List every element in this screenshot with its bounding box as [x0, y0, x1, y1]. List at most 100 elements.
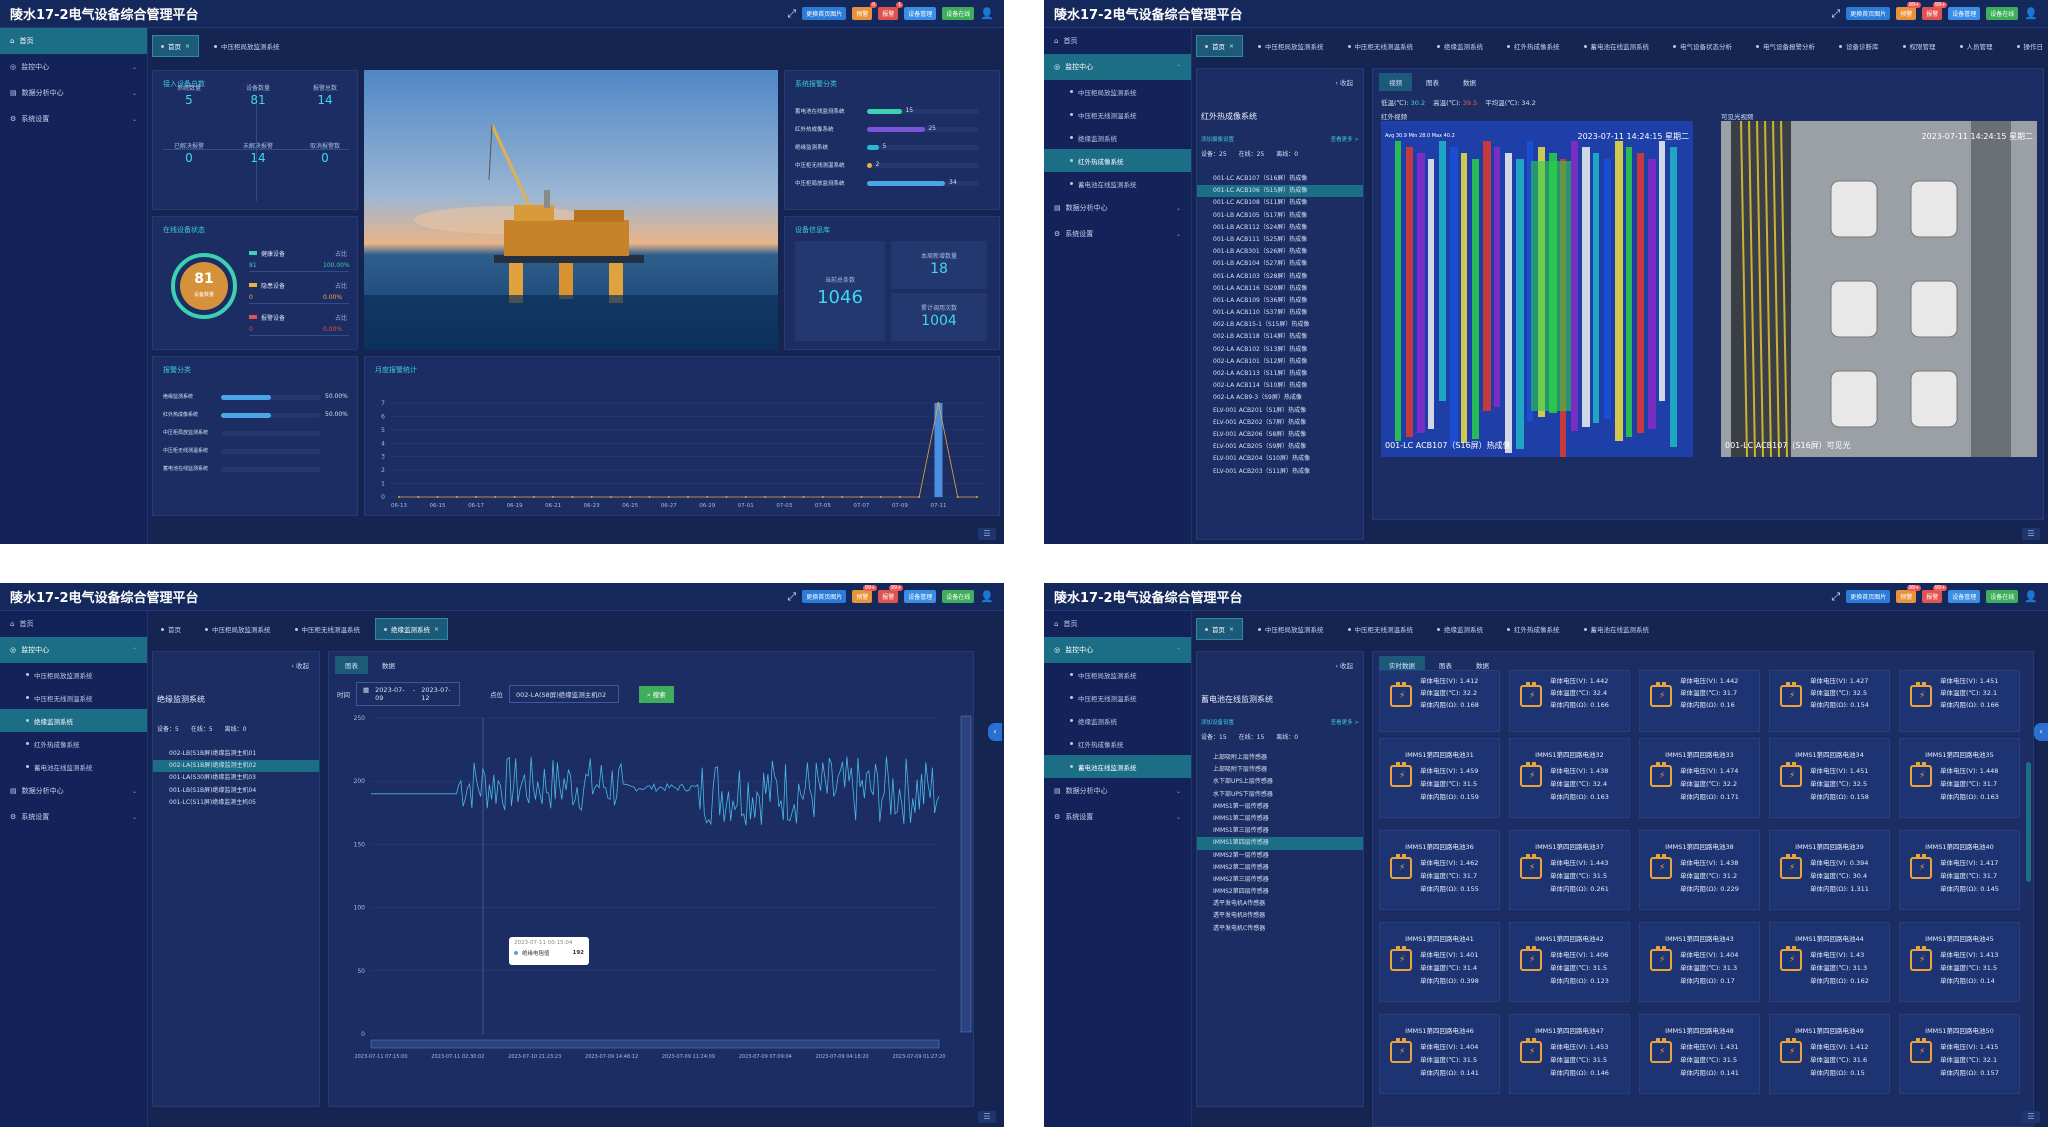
- equipment-manage-button[interactable]: 设备管理: [904, 590, 937, 603]
- subnav-pd[interactable]: 中压柜局放监测系统: [1044, 80, 1191, 103]
- tab-item[interactable]: 红外热成像系统: [1498, 618, 1569, 640]
- subnav-temp[interactable]: 中压柜无线测温系统: [1044, 103, 1191, 126]
- device-list-item[interactable]: 001-LB ACB104（S27屏）热成像: [1197, 258, 1363, 270]
- device-list-item[interactable]: ELV-001 ACB205（S9屏）热成像: [1197, 441, 1363, 453]
- visible-video[interactable]: 2023-07-11 14:24:15 星期二 001-LC ACB107（S1…: [1721, 121, 2037, 457]
- device-list-item[interactable]: ELV-001 ACB203（S11屏）热成像: [1197, 466, 1363, 478]
- warning-button[interactable]: 预警 99+: [852, 585, 878, 603]
- battery-cell[interactable]: IMMS1第四回路电池49 ⚡ 单体电压(V): 1.412 单体温度(℃): 31.…: [1769, 1014, 1890, 1094]
- side-drawer-toggle[interactable]: ‹: [2034, 723, 2048, 741]
- add-setting-link[interactable]: 添加摄像设置: [1201, 135, 1234, 143]
- equipment-manage-button[interactable]: 设备管理: [1948, 590, 1981, 603]
- device-list-item[interactable]: ELV-001 ACB206（S8屏）热成像: [1197, 429, 1363, 441]
- warning-button[interactable]: 预警 99+: [1896, 2, 1922, 20]
- device-list-item[interactable]: 001-LB ACB112（S24屏）热成像: [1197, 222, 1363, 234]
- tab-item[interactable]: 中压柜局放监测系统: [196, 618, 280, 640]
- subnav-pd[interactable]: 中压柜局放监测系统: [0, 663, 147, 686]
- battery-cell[interactable]: ⚡ 单体电压(V): 1.442 单体温度(℃): 31.7 单体内阻(Ω): 0.1…: [1639, 670, 1760, 732]
- more-link[interactable]: 查看更多 >: [1331, 718, 1359, 726]
- device-list-item[interactable]: 001-LA ACB116（S29屏）热成像: [1197, 283, 1363, 295]
- view-tab[interactable]: 图表: [1416, 73, 1449, 91]
- equipment-online-button[interactable]: 设备在线: [1986, 7, 2019, 20]
- tab-item[interactable]: 蓄电池在线监测系统: [1575, 618, 1659, 640]
- device-list-item[interactable]: 002-LA(S1B屏)绝缘监测主机02: [153, 760, 319, 773]
- nav-settings[interactable]: ⚙ 系统设置 ⌄: [0, 804, 147, 830]
- fullscreen-icon[interactable]: ⤢: [1831, 590, 1840, 604]
- nav-analysis[interactable]: ▤ 数据分析中心 ⌄: [0, 80, 147, 106]
- close-icon[interactable]: ×: [1229, 626, 1234, 633]
- side-drawer-toggle[interactable]: ‹: [988, 723, 1002, 741]
- tab-item[interactable]: 首页: [152, 618, 190, 640]
- nav-monitor[interactable]: ◎ 监控中心 ⌃: [1044, 54, 1191, 80]
- device-list-item[interactable]: 透平发电机B传感器: [1197, 910, 1363, 922]
- subnav-infrared[interactable]: 红外热成像系统: [1044, 732, 1191, 755]
- nav-settings[interactable]: ⚙ 系统设置 ⌄: [0, 106, 147, 132]
- change-image-button[interactable]: 更换首页图片: [1846, 7, 1891, 20]
- subnav-infrared[interactable]: 红外热成像系统: [0, 732, 147, 755]
- equipment-online-button[interactable]: 设备在线: [942, 590, 975, 603]
- battery-cell[interactable]: IMMS1第四回路电池33 ⚡ 单体电压(V): 1.474 单体温度(℃): 32.…: [1639, 738, 1760, 818]
- battery-cell[interactable]: ⚡ 单体电压(V): 1.451 单体温度(℃): 32.1 单体内阻(Ω): 0.1…: [1899, 670, 2020, 732]
- tab-item[interactable]: 中压柜无线测温系统: [1339, 35, 1423, 57]
- subnav-temp[interactable]: 中压柜无线测温系统: [1044, 686, 1191, 709]
- device-list-item[interactable]: 002-LA ACB101（S12屏）热成像: [1197, 356, 1363, 368]
- warning-button[interactable]: 预警 0: [852, 2, 878, 20]
- tab-item[interactable]: 绝缘监测系统: [1428, 35, 1492, 57]
- battery-cell[interactable]: IMMS1第四回路电池44 ⚡ 单体电压(V): 1.43 单体温度(℃): 31.3…: [1769, 922, 1890, 1002]
- tab-item[interactable]: 操作日: [2008, 35, 2048, 57]
- change-image-button[interactable]: 更换首页图片: [802, 590, 847, 603]
- fullscreen-icon[interactable]: ⤢: [787, 7, 796, 21]
- nav-monitor[interactable]: ◎ 监控中心 ⌄: [0, 54, 147, 80]
- device-list-item[interactable]: 001-LC ACB106（S15屏）热成像: [1197, 185, 1363, 198]
- data-zoom-slider[interactable]: [370, 1039, 940, 1049]
- device-list-item[interactable]: 001-LA ACB103（S28屏）热成像: [1197, 271, 1363, 283]
- sliders-icon[interactable]: ☰: [2022, 528, 2040, 540]
- device-list-item[interactable]: 001-LC ACB107（S16屏）热成像: [1197, 173, 1363, 185]
- tab-item[interactable]: 电气设备报警分析: [1747, 35, 1824, 57]
- more-link[interactable]: 查看更多 >: [1331, 135, 1359, 143]
- battery-cell[interactable]: IMMS1第四回路电池46 ⚡ 单体电压(V): 1.404 单体温度(℃): 31.…: [1379, 1014, 1500, 1094]
- device-list-item[interactable]: 001-LB ACB111（S25屏）热成像: [1197, 234, 1363, 246]
- device-list-item[interactable]: IMMS1第四层传感器: [1197, 837, 1363, 850]
- subnav-insulation[interactable]: 绝缘监测系统: [1044, 126, 1191, 149]
- nav-monitor[interactable]: ◎ 监控中心 ⌃: [0, 637, 147, 663]
- collapse-button[interactable]: ‹ 收起: [1335, 660, 1353, 670]
- battery-cell[interactable]: IMMS1第四回路电池36 ⚡ 单体电压(V): 1.462 单体温度(℃): 31.…: [1379, 830, 1500, 910]
- device-list-item[interactable]: IMMS2第一层传感器: [1197, 850, 1363, 862]
- subnav-insulation[interactable]: 绝缘监测系统: [1044, 709, 1191, 732]
- tab-item[interactable]: 设备诊断库: [1830, 35, 1888, 57]
- battery-cell[interactable]: ⚡ 单体电压(V): 1.427 单体温度(℃): 32.5 单体内阻(Ω): 0.1…: [1769, 670, 1890, 732]
- device-list-item[interactable]: 002-LB(S1B屏)绝缘监测主机01: [153, 748, 319, 760]
- tab-home[interactable]: 首页 ×: [152, 35, 200, 57]
- battery-cell[interactable]: IMMS1第四回路电池39 ⚡ 单体电压(V): 0.394 单体温度(℃): 30.…: [1769, 830, 1890, 910]
- battery-cell[interactable]: ⚡ 单体电压(V): 1.412 单体温度(℃): 32.2 单体内阻(Ω): 0.1…: [1379, 670, 1500, 732]
- user-icon[interactable]: 👤: [2024, 590, 2038, 603]
- nav-home[interactable]: ⌂ 首页: [0, 28, 147, 54]
- close-icon[interactable]: ×: [185, 43, 190, 50]
- device-list-item[interactable]: 水下部UPS上层传感器: [1197, 776, 1363, 788]
- device-list-item[interactable]: IMMS1第三层传感器: [1197, 825, 1363, 837]
- device-list-item[interactable]: ELV-001 ACB204（S10屏）热成像: [1197, 453, 1363, 465]
- fullscreen-icon[interactable]: ⤢: [1831, 7, 1840, 21]
- tab-item[interactable]: 首页 ×: [1196, 618, 1244, 640]
- device-list-item[interactable]: 002-LB ACB15-1（S15屏）热成像: [1197, 319, 1363, 331]
- battery-cell[interactable]: IMMS1第四回路电池47 ⚡ 单体电压(V): 1.453 单体温度(℃): 31.…: [1509, 1014, 1630, 1094]
- sliders-icon[interactable]: ☰: [978, 1111, 996, 1123]
- device-list-item[interactable]: 透平发电机A传感器: [1197, 898, 1363, 910]
- equipment-manage-button[interactable]: 设备管理: [1948, 7, 1981, 20]
- battery-cell[interactable]: IMMS1第四回路电池45 ⚡ 单体电压(V): 1.413 单体温度(℃): 31.…: [1899, 922, 2020, 1002]
- device-list-item[interactable]: 002-LA ACB113（S11屏）热成像: [1197, 368, 1363, 380]
- vertical-zoom-slider[interactable]: [960, 715, 972, 1033]
- insulation-resistance-chart[interactable]: 0 50 100 150 200 250 2023-07-11 07:15:00 2023-0…: [329, 652, 975, 1108]
- subnav-battery[interactable]: 蓄电池在线监测系统: [0, 755, 147, 778]
- nav-monitor[interactable]: ◎ 监控中心 ⌃: [1044, 637, 1191, 663]
- scrollbar-thumb[interactable]: [2026, 762, 2031, 882]
- sliders-icon[interactable]: ☰: [2022, 1111, 2040, 1123]
- nav-analysis[interactable]: ▤ 数据分析中心 ⌄: [0, 778, 147, 804]
- view-tab[interactable]: 视频: [1379, 73, 1412, 91]
- device-list-item[interactable]: 001-LC(S11屏)绝缘监测主机05: [153, 797, 319, 809]
- nav-home[interactable]: ⌂ 首页: [0, 611, 147, 637]
- subnav-insulation[interactable]: 绝缘监测系统: [0, 709, 147, 732]
- subnav-battery[interactable]: 蓄电池在线监测系统: [1044, 172, 1191, 195]
- tab-item[interactable]: 中压柜无线测温系统: [1339, 618, 1423, 640]
